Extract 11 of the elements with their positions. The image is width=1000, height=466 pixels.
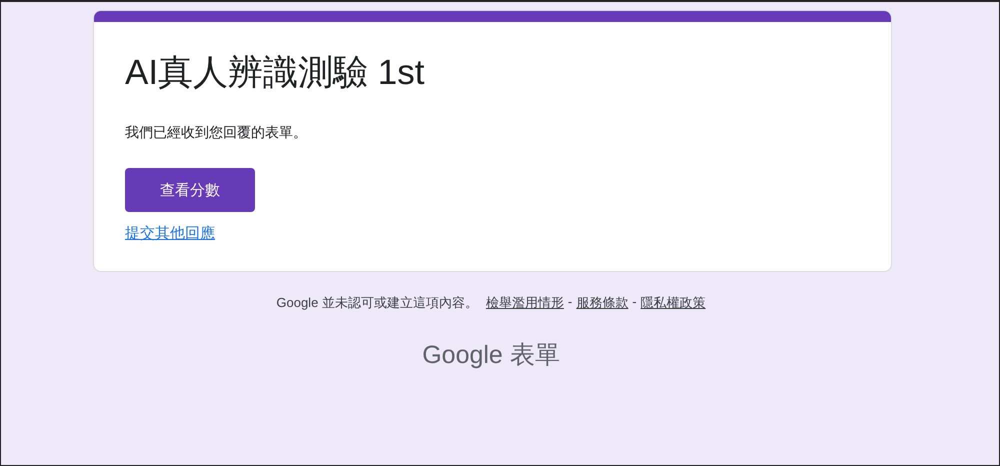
confirmation-message: 我們已經收到您回覆的表單。 (125, 123, 307, 142)
footer-link[interactable]: 隱私權政策 (640, 294, 706, 312)
separator-text: - (632, 294, 637, 311)
disclaimer-text: Google 並未認可或建立這項內容。 (276, 294, 478, 312)
form-title: AI真人辨識測驗 1st (125, 52, 424, 94)
view-score-button[interactable]: 查看分數 (125, 168, 255, 212)
google-forms-logo[interactable]: Google 表單 (422, 338, 560, 371)
submit-another-link[interactable]: 提交其他回應 (125, 225, 215, 242)
separator-text: - (568, 294, 572, 311)
footer-link[interactable]: 服務條款 (576, 294, 628, 312)
footer-link[interactable]: 檢舉濫用情形 (486, 294, 564, 312)
